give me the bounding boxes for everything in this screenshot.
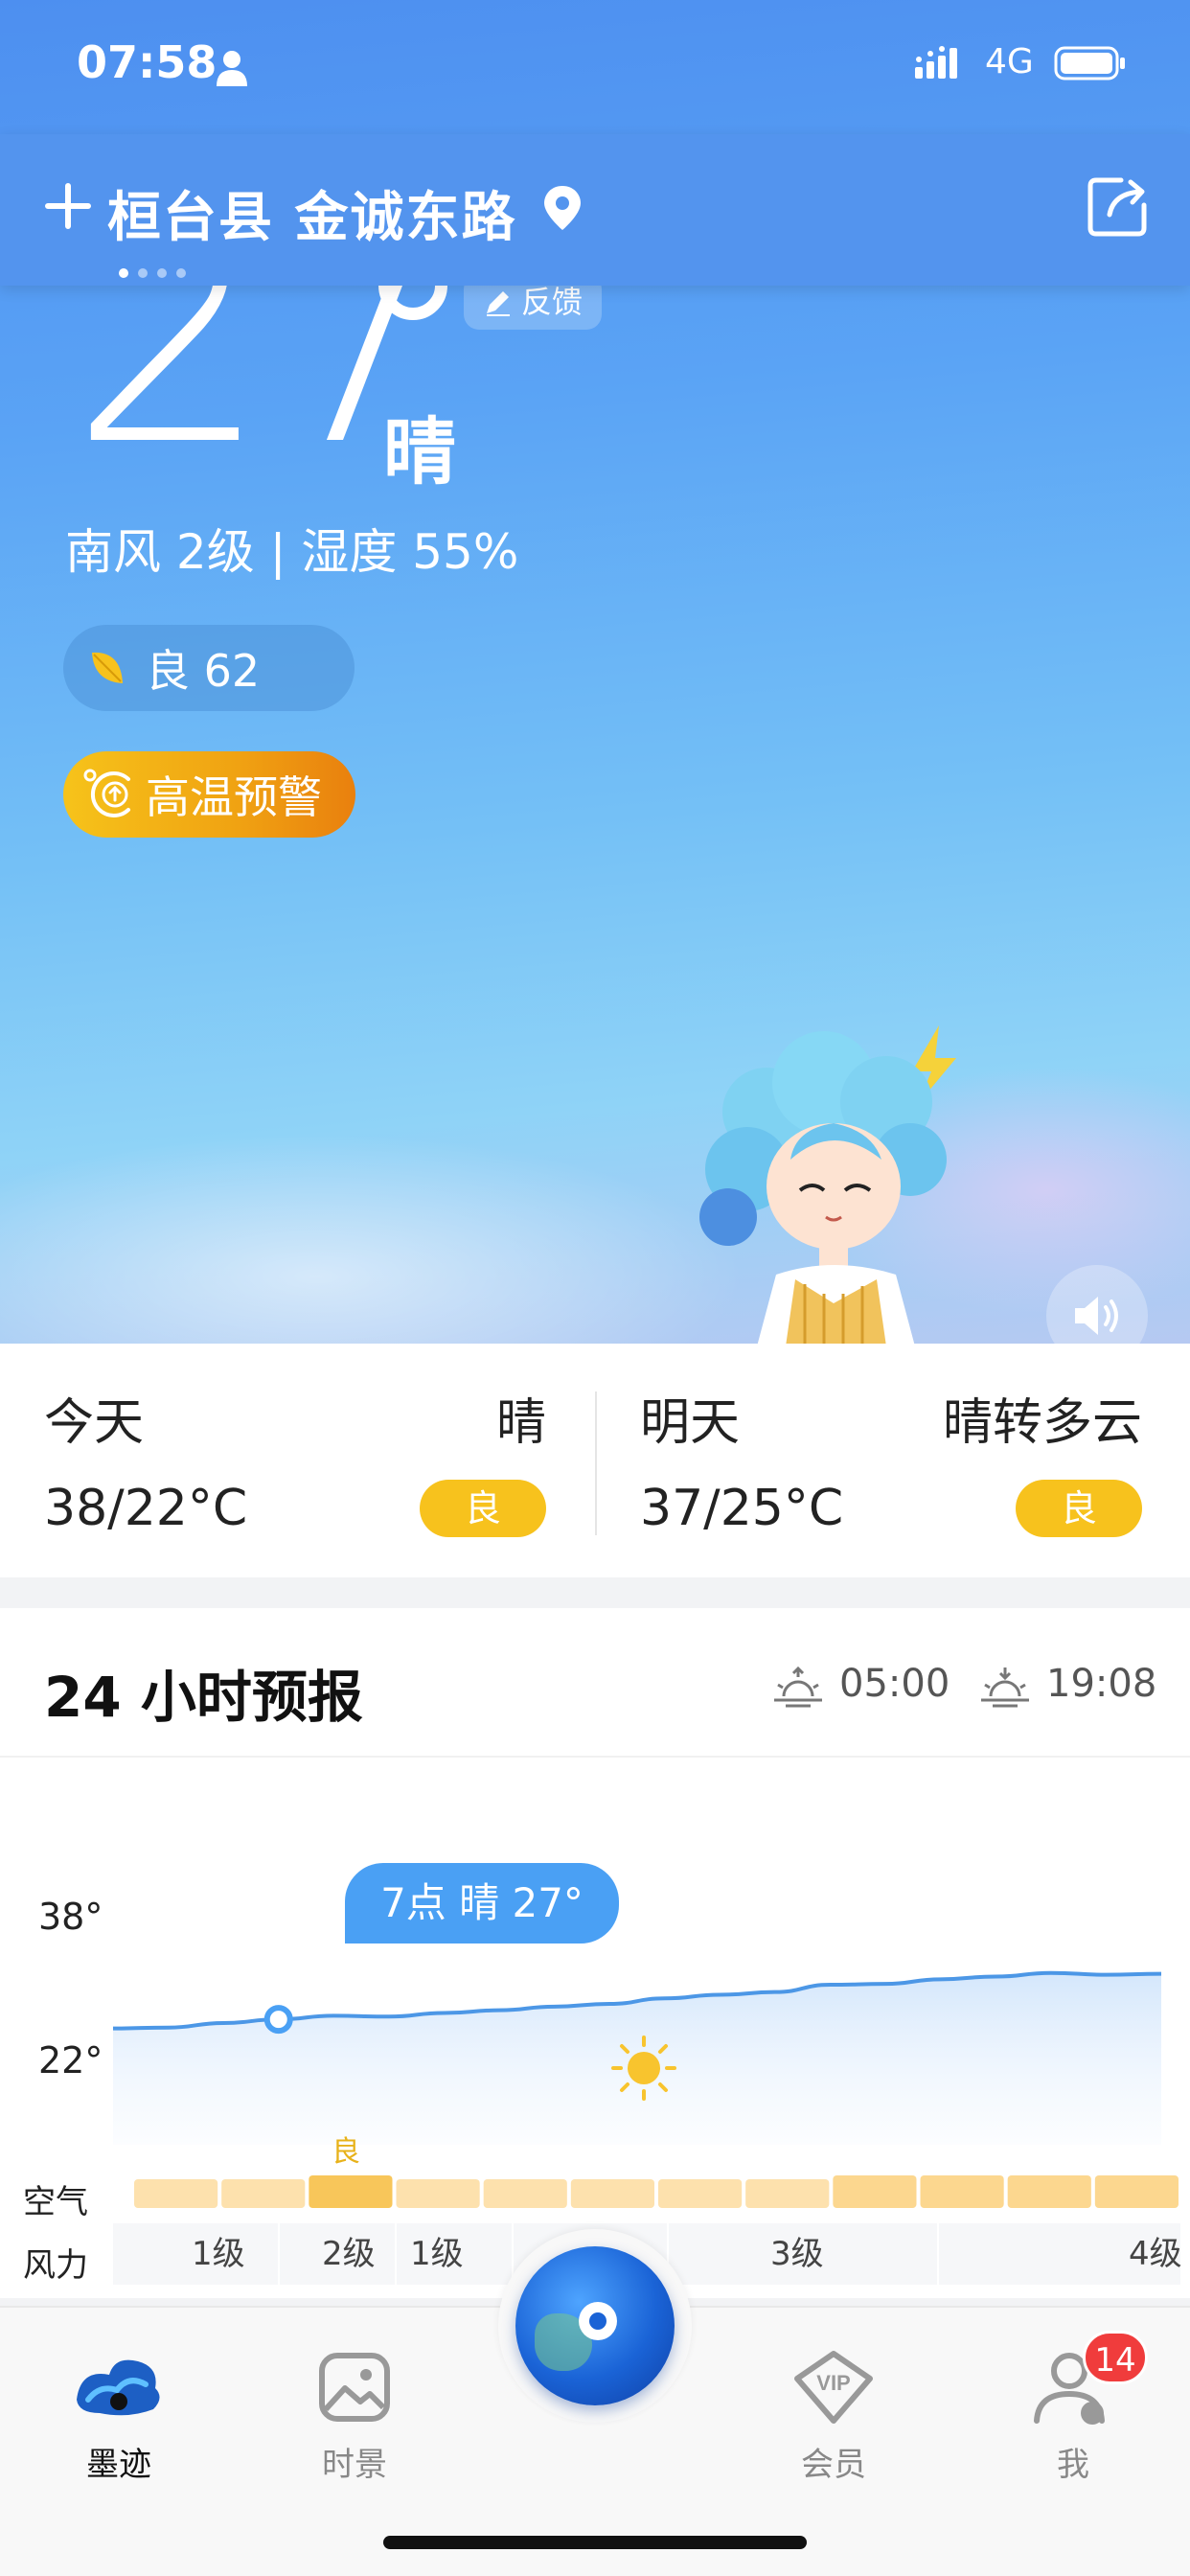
globe-icon [515,2246,675,2405]
tab-label: 时景 [322,2446,387,2484]
warning-label: 高温预警 [146,771,322,823]
center-globe-button[interactable] [498,2229,692,2423]
air-quality-cell [221,2179,306,2208]
day-aqi-badge: 良 [420,1480,546,1537]
status-time: 07:58 [77,36,217,88]
vip-diamond-icon: VIP [794,2351,873,2424]
daily-summary: 今天 晴 38/22°C 良 明天 晴转多云 37/25°C 良 [0,1344,1190,1577]
wind-level: 4级 [1129,2235,1182,2273]
pencil-icon [487,291,510,316]
battery-icon [1054,46,1125,80]
tab-moji[interactable]: 墨迹 [42,2346,195,2499]
wind-humidity: 南风 2级 | 湿度 55% [65,524,519,580]
high-temperature-icon [83,769,130,817]
air-quality-cell [134,2179,218,2208]
aqi-badge[interactable]: 良 62 [63,625,355,711]
share-icon[interactable] [1083,172,1152,242]
wind-level: 2级 [322,2235,376,2273]
tab-vip[interactable]: VIP 会员 [757,2346,910,2499]
signal-icon [915,46,957,79]
day-temp-range: 38/22°C [44,1480,248,1537]
air-quality-cell [658,2179,743,2208]
home-indicator [383,2536,807,2549]
air-quality-cell [1007,2175,1091,2208]
wind-level: 1级 [192,2235,245,2273]
current-hour-tooltip: 7点 晴 27° [345,1863,619,1944]
sunny-icon [611,2036,676,2101]
speaker-icon [1075,1297,1118,1335]
air-quality-cell [483,2179,567,2208]
tab-label: 墨迹 [86,2446,151,2484]
air-quality-cell [570,2179,654,2208]
today-card[interactable]: 今天 晴 38/22°C 良 [0,1344,594,1577]
weather-hero: 07:58 4G 桓台县 金诚东路 27 反馈 晴 南风 2级 | 湿度 55% [0,0,1190,1344]
current-condition: 晴 [383,409,456,494]
page-indicator [119,268,186,278]
moji-cloud-icon [77,2359,160,2416]
air-quality-cell [920,2175,1004,2208]
temperature-chart[interactable] [0,1608,1190,2298]
hourly-forecast-card: 24 小时预报 05:00 19:08 38° 22° 7点 晴 27° 良 空… [0,1608,1190,2298]
tomorrow-card[interactable]: 明天 晴转多云 37/25°C 良 [596,1344,1190,1577]
air-quality-cell [396,2179,480,2208]
wind-row-label: 风力 [23,2246,88,2285]
day-weather: 晴 [495,1394,546,1452]
notification-badge: 14 [1083,2331,1148,2384]
svg-text:VIP: VIP [816,2371,850,2395]
high-temp-warning[interactable]: 高温预警 [63,751,355,838]
voice-broadcast-button[interactable] [1046,1265,1148,1367]
air-quality-cell [833,2175,917,2208]
gallery-icon [319,2353,390,2422]
status-bar: 07:58 4G [0,0,1190,134]
person-icon [217,51,247,86]
tab-scenery[interactable]: 时景 [278,2346,431,2499]
current-hour-point [263,2005,293,2035]
air-quality-label: 良 [332,2135,360,2169]
air-quality-cell [745,2179,830,2208]
location-pin-icon [544,186,581,230]
leaf-icon [92,652,123,683]
day-name: 今天 [44,1394,145,1452]
location-name[interactable]: 桓台县 金诚东路 [107,174,517,252]
location-bar: 桓台县 金诚东路 [0,134,1190,286]
day-aqi-badge: 良 [1016,1480,1142,1537]
day-weather: 晴转多云 [942,1394,1142,1452]
air-row-label: 空气 [23,2183,88,2221]
air-quality-cell [309,2175,393,2208]
wind-level: 1级 [410,2235,464,2273]
network-type: 4G [985,42,1034,81]
weather-character-illustration[interactable] [690,1016,996,1344]
aqi-label: 良 62 [146,645,261,697]
wind-level: 3级 [770,2235,824,2273]
air-quality-row [134,2175,1179,2208]
air-quality-cell [1094,2175,1179,2208]
add-city-icon[interactable] [44,182,92,230]
day-name: 明天 [640,1394,741,1452]
day-temp-range: 37/25°C [640,1480,844,1537]
tab-label: 我 [1057,2446,1089,2484]
tab-label: 会员 [801,2446,866,2484]
